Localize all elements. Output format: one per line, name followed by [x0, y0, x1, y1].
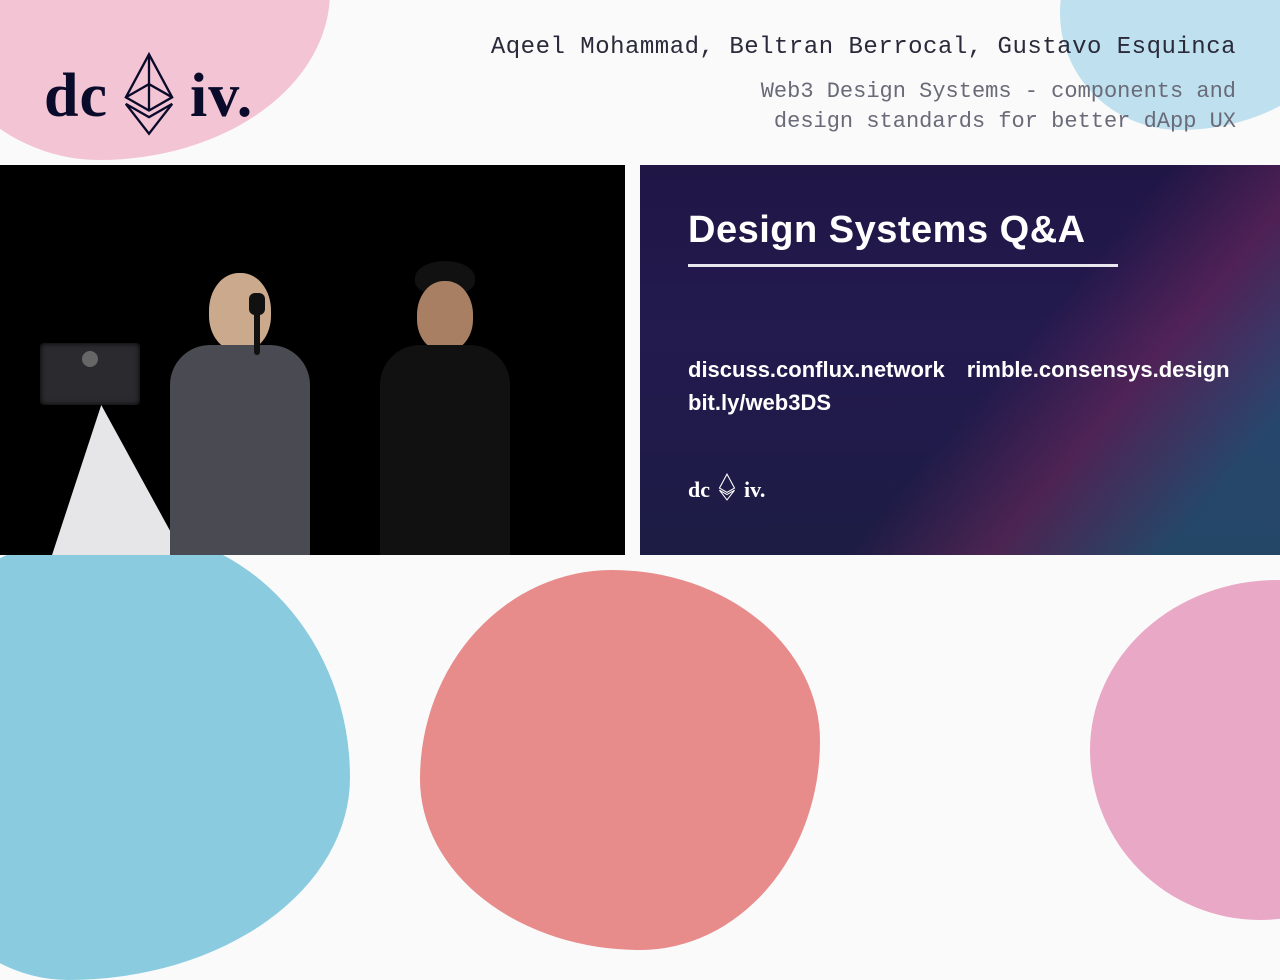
- logo-text-right: iv.: [190, 61, 253, 132]
- event-logo: dc iv.: [44, 28, 253, 165]
- talk-title: Web3 Design Systems - components and des…: [491, 77, 1236, 136]
- bg-blob: [1090, 580, 1280, 920]
- panel-divider: [625, 165, 640, 555]
- bg-blob: [420, 570, 820, 950]
- slide-links: discuss.conflux.network bit.ly/web3DS ri…: [688, 353, 1246, 419]
- slide-footer-logo: dc iv.: [688, 473, 1246, 507]
- talk-title-line: design standards for better dApp UX: [491, 107, 1236, 137]
- slide-title: Design Systems Q&A: [688, 209, 1246, 252]
- talk-title-line: Web3 Design Systems - components and: [491, 77, 1236, 107]
- logo-text-left: dc: [688, 477, 710, 503]
- slide-links-col: rimble.consensys.design: [967, 353, 1230, 419]
- logo-text-right: iv.: [744, 477, 765, 503]
- logo-text-left: dc: [44, 61, 108, 132]
- header: dc iv. Aqeel Mohammad, Beltran Berrocal,…: [0, 0, 1280, 165]
- title-block: Aqeel Mohammad, Beltran Berrocal, Gustav…: [491, 28, 1236, 165]
- speaker-figure: [380, 261, 510, 555]
- ethereum-icon: [122, 51, 176, 142]
- laptop-prop: [40, 343, 140, 405]
- microphone-prop: [254, 309, 260, 355]
- content-row: Design Systems Q&A discuss.conflux.netwo…: [0, 165, 1280, 555]
- video-feed: [0, 165, 625, 555]
- slide-link: rimble.consensys.design: [967, 353, 1230, 386]
- slide-link: discuss.conflux.network: [688, 353, 945, 386]
- presentation-slide: Design Systems Q&A discuss.conflux.netwo…: [640, 165, 1280, 555]
- bg-blob: [0, 530, 350, 980]
- speaker-names: Aqeel Mohammad, Beltran Berrocal, Gustav…: [491, 34, 1236, 61]
- slide-underline: [688, 264, 1118, 267]
- ethereum-icon: [718, 473, 736, 507]
- speaker-figure: [170, 273, 310, 555]
- slide-links-col: discuss.conflux.network bit.ly/web3DS: [688, 353, 945, 419]
- slide-link: bit.ly/web3DS: [688, 386, 945, 419]
